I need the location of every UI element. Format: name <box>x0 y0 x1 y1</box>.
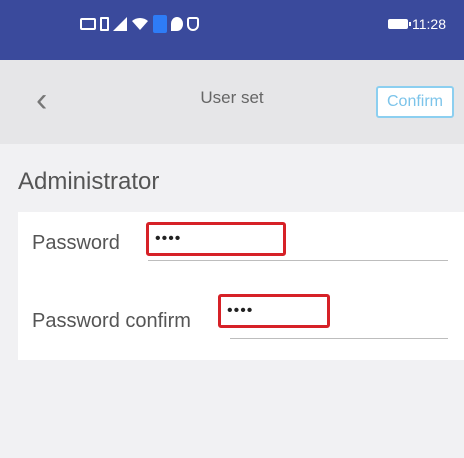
password-underline <box>148 260 448 261</box>
status-right: 11:28 <box>388 14 446 34</box>
empty-area <box>0 360 464 458</box>
confirm-button[interactable]: Confirm <box>376 86 454 118</box>
status-time: 11:28 <box>412 16 446 32</box>
password-input[interactable]: •••• <box>146 222 286 256</box>
navigation-bar: ‹ User set Confirm <box>0 60 464 144</box>
section-title: Administrator <box>18 168 160 195</box>
password-confirm-underline <box>230 338 448 339</box>
message-icon <box>80 18 96 30</box>
status-bar: 11:28 <box>0 0 464 60</box>
shield-icon <box>187 17 199 31</box>
wifi-icon <box>132 17 148 30</box>
app-icon <box>153 15 167 33</box>
location-icon <box>171 17 183 31</box>
password-label: Password <box>32 232 120 254</box>
status-icons <box>80 12 199 36</box>
battery-icon <box>388 19 411 29</box>
signal-icon <box>113 17 127 31</box>
password-confirm-label: Password confirm <box>32 310 191 332</box>
password-confirm-input[interactable]: •••• <box>218 294 330 328</box>
password-form: Password •••• Password confirm •••• <box>18 212 464 360</box>
sim-icon <box>100 17 109 31</box>
